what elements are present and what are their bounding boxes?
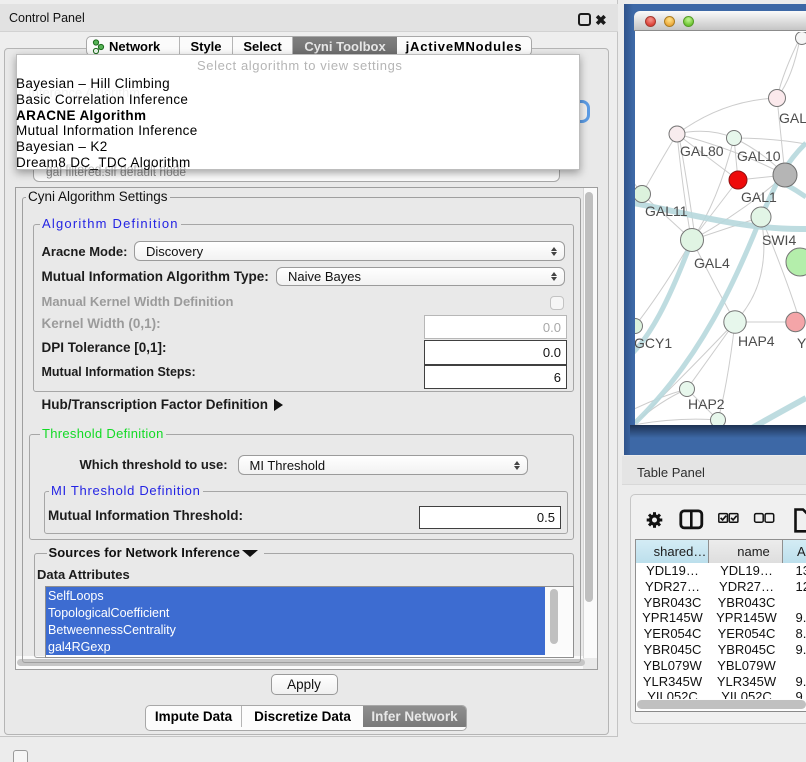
svg-text:GAL10: GAL10	[737, 148, 781, 164]
svg-text:GAL11: GAL11	[645, 203, 688, 219]
svg-text:GAL: GAL	[779, 110, 806, 126]
svg-text:Y: Y	[797, 335, 806, 351]
svg-text:HAP2: HAP2	[688, 396, 725, 412]
svg-text:GAL1: GAL1	[741, 189, 777, 205]
svg-text:GAL4: GAL4	[694, 255, 730, 271]
svg-text:GAL80: GAL80	[680, 143, 724, 159]
svg-text:SWI4: SWI4	[762, 232, 796, 248]
svg-text:HAP4: HAP4	[738, 333, 775, 349]
svg-text:GCY1: GCY1	[635, 335, 672, 351]
